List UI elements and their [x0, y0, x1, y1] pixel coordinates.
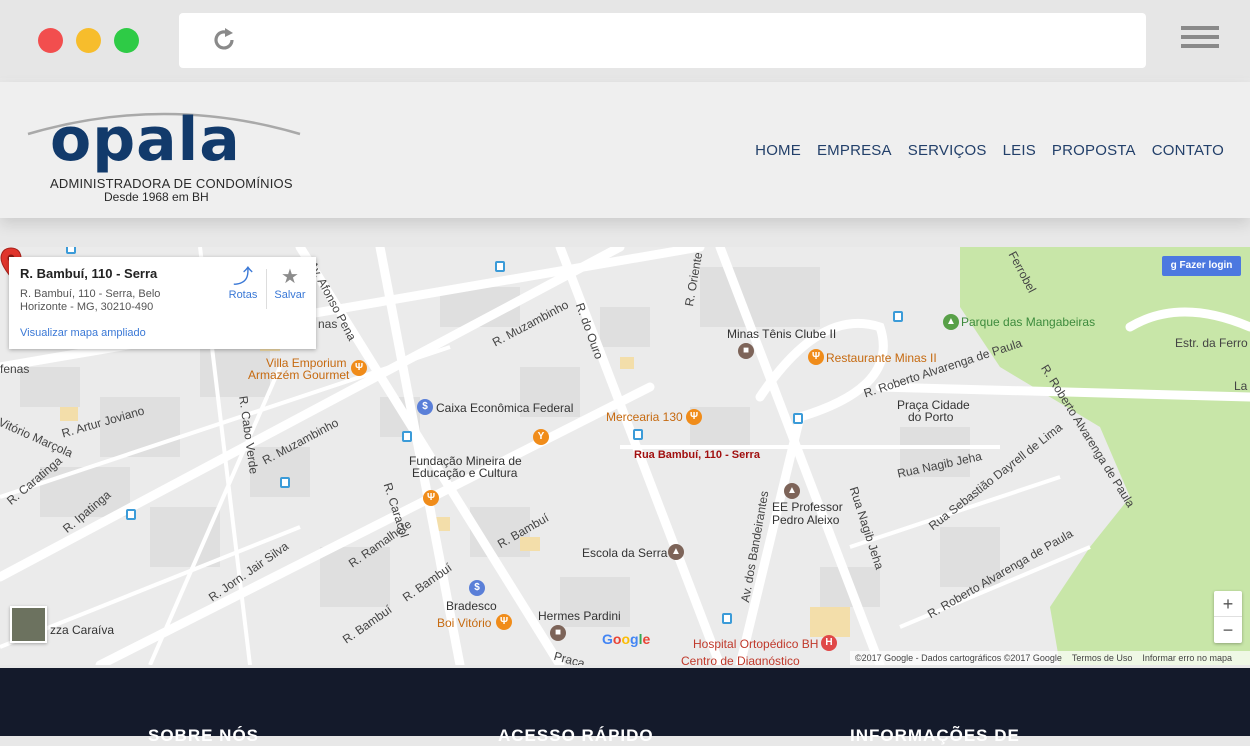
site-header: opala ADMINISTRADORA DE CONDOMÍNIOS Desd…: [0, 82, 1250, 218]
bus-stop-icon[interactable]: [126, 509, 136, 520]
place-label[interactable]: zza Caraíva: [50, 623, 114, 637]
place-info-card: R. Bambuí, 110 - Serra R. Bambuí, 110 - …: [9, 257, 316, 349]
bus-stop-icon[interactable]: [793, 413, 803, 424]
place-label[interactable]: Parque das Mangabeiras: [961, 315, 1095, 329]
main-nav: HOME EMPRESA SERVIÇOS LEIS PROPOSTA CONT…: [755, 142, 1224, 159]
bus-stop-icon[interactable]: [280, 477, 290, 488]
google-logo: Google: [602, 631, 651, 647]
satellite-toggle[interactable]: [10, 606, 47, 643]
bar-icon[interactable]: Y: [533, 429, 549, 445]
nav-home[interactable]: HOME: [755, 142, 801, 159]
place-label[interactable]: Hermes Pardini: [538, 609, 621, 623]
address-bar[interactable]: [179, 13, 1146, 68]
restaurant-icon[interactable]: Ψ: [423, 490, 439, 506]
pin-label: Rua Bambuí, 110 - Serra: [634, 449, 760, 461]
opala-logo[interactable]: opala ADMINISTRADORA DE CONDOMÍNIOS Desd…: [24, 104, 304, 204]
place-label[interactable]: do Porto: [908, 410, 953, 424]
school-icon[interactable]: ▲: [784, 483, 800, 499]
zoom-in-button[interactable]: +: [1214, 591, 1242, 617]
footer-heading-quick-access: ACESSO RÁPIDO: [498, 726, 654, 745]
place-label[interactable]: Escola da Serra: [582, 546, 667, 560]
place-label[interactable]: Armazém Gourmet: [248, 368, 349, 382]
bus-stop-icon[interactable]: [633, 429, 643, 440]
restaurant-icon[interactable]: Ψ: [351, 360, 367, 376]
street-label: nas: [318, 317, 338, 331]
save-label: Salvar: [274, 289, 306, 301]
nav-servicos[interactable]: SERVIÇOS: [908, 142, 987, 159]
bus-stop-icon[interactable]: [893, 311, 903, 322]
nav-proposta[interactable]: PROPOSTA: [1052, 142, 1136, 159]
copyright-text: ©2017 Google - Dados cartográficos ©2017…: [855, 653, 1062, 663]
place-label[interactable]: Minas Tênis Clube II: [727, 327, 836, 341]
street-label: La: [1234, 379, 1248, 393]
street-label: Estr. da Ferro: [1175, 336, 1248, 350]
footer-heading-info: INFORMAÇÕES DE: [850, 726, 1020, 745]
nav-leis[interactable]: LEIS: [1003, 142, 1036, 159]
google-map[interactable]: Av. Afonso Pena R. Muzambinho R. Muzambi…: [0, 247, 1250, 665]
place-label[interactable]: Caixa Econômica Federal: [436, 401, 573, 415]
zoom-control: + −: [1214, 591, 1242, 643]
place-label[interactable]: EE Professor: [772, 500, 843, 514]
sign-in-button[interactable]: g Fazer login: [1162, 256, 1241, 276]
maximize-window-button[interactable]: [114, 28, 139, 53]
report-error-link[interactable]: Informar erro no mapa: [1142, 651, 1232, 665]
poi-minas-tenis-icon[interactable]: ■: [738, 343, 754, 359]
bus-stop-icon[interactable]: [66, 247, 76, 254]
bus-stop-icon[interactable]: [495, 261, 505, 272]
star-icon: ★: [281, 266, 299, 288]
restaurant-icon[interactable]: Ψ: [808, 349, 824, 365]
footer-heading-about: SOBRE NÓS: [148, 726, 260, 745]
place-label[interactable]: Restaurante Minas II: [826, 351, 937, 365]
nav-contato[interactable]: CONTATO: [1152, 142, 1224, 159]
hospital-icon[interactable]: H: [821, 635, 837, 651]
bus-stop-icon[interactable]: [402, 431, 412, 442]
place-label[interactable]: Mercearia 130: [606, 410, 683, 424]
zoom-out-button[interactable]: −: [1214, 617, 1242, 643]
place-label[interactable]: Educação e Cultura: [412, 466, 517, 480]
close-window-button[interactable]: [38, 28, 63, 53]
google-plus-icon: g: [1170, 260, 1180, 271]
restaurant-icon[interactable]: Ψ: [686, 409, 702, 425]
place-title: R. Bambuí, 110 - Serra: [20, 266, 158, 281]
park-icon[interactable]: ▲: [943, 314, 959, 330]
street-label: fenas: [0, 362, 30, 376]
sign-in-label: Fazer login: [1179, 260, 1233, 271]
view-larger-map-link[interactable]: Visualizar mapa ampliado: [20, 327, 146, 339]
save-button[interactable]: ★ Salvar: [270, 265, 310, 301]
restaurant-icon[interactable]: Ψ: [496, 614, 512, 630]
place-label[interactable]: Boi Vitório: [437, 616, 491, 630]
map-attribution: ©2017 Google - Dados cartográficos ©2017…: [850, 651, 1250, 665]
minimize-window-button[interactable]: [76, 28, 101, 53]
lab-icon[interactable]: ■: [550, 625, 566, 641]
logo-since: Desde 1968 em BH: [104, 190, 209, 204]
terms-link[interactable]: Termos de Uso: [1072, 651, 1133, 665]
place-label[interactable]: Hospital Ortopédico BH: [693, 637, 818, 651]
directions-label: Rotas: [228, 289, 258, 301]
bank-icon[interactable]: $: [417, 399, 433, 415]
nav-empresa[interactable]: EMPRESA: [817, 142, 892, 159]
site-footer: SOBRE NÓS ACESSO RÁPIDO INFORMAÇÕES DE: [0, 668, 1250, 745]
logo-wordmark: opala: [50, 105, 241, 175]
divider: [266, 269, 267, 309]
hamburger-menu-icon[interactable]: [1181, 26, 1219, 56]
logo-subtitle: ADMINISTRADORA DE CONDOMÍNIOS: [50, 176, 293, 191]
directions-icon: ⤴: [233, 266, 253, 288]
directions-button[interactable]: ⤴ Rotas: [223, 265, 263, 301]
place-address: R. Bambuí, 110 - Serra, Belo Horizonte -…: [20, 288, 161, 313]
reload-icon[interactable]: [209, 25, 239, 55]
bus-stop-icon[interactable]: [722, 613, 732, 624]
school-icon[interactable]: ▲: [668, 544, 684, 560]
browser-chrome: [0, 0, 1250, 78]
place-label[interactable]: Pedro Aleixo: [772, 513, 839, 527]
place-label[interactable]: Bradesco: [446, 599, 497, 613]
place-label[interactable]: Centro de Diagnóstico: [681, 654, 800, 665]
bank-icon[interactable]: $: [469, 580, 485, 596]
